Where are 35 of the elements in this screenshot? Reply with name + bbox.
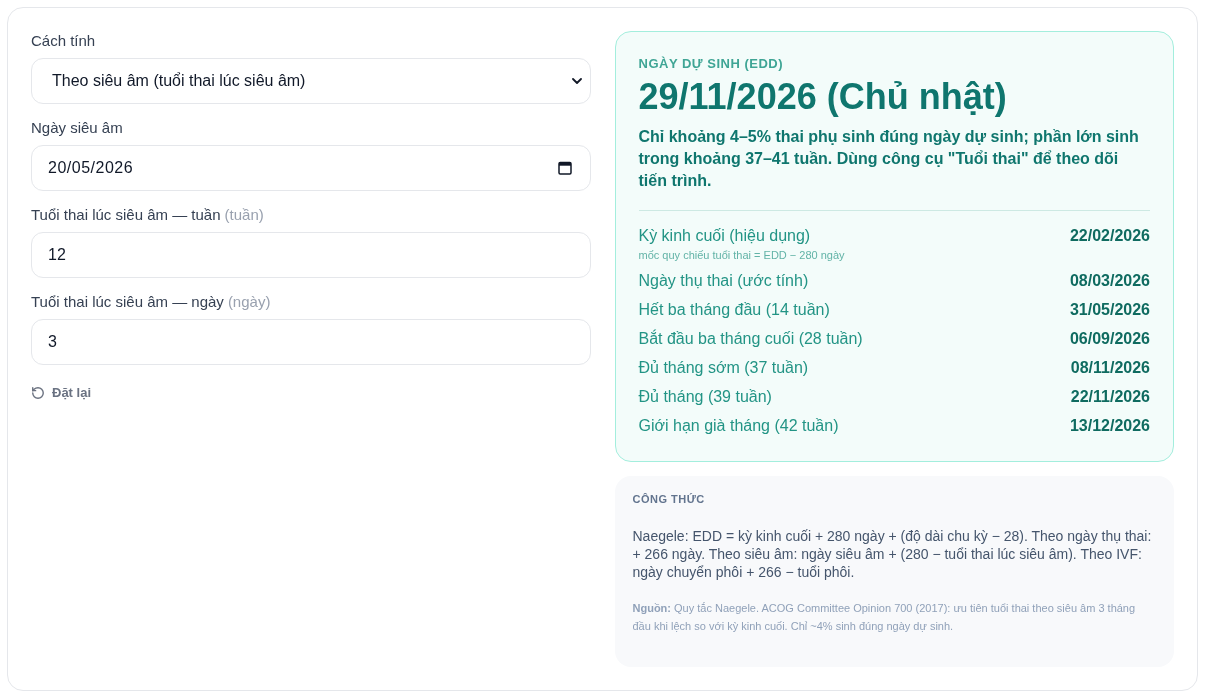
field-label: Tuổi thai lúc siêu âm — tuần (31, 205, 221, 225)
field-label: Tuổi thai lúc siêu âm — ngày (31, 292, 224, 312)
milestone-date: 22/02/2026 (1069, 226, 1150, 246)
formula-text: Naegele: EDD = kỳ kinh cuối + 280 ngày + (độ dài chu kỳ − 28). Theo ngày thụ thai: + 266 ngày. Theo siêu âm: ngày siêu âm + (280 − tuổi thai lúc siêu âm). Theo IVF: ngày chuyển phôi + 266 − tuổi phôi. (632, 527, 1153, 581)
circular-arrow-icon (31, 386, 45, 400)
field-label: Ngày siêu âm (31, 118, 123, 138)
milestone-label: Bắt đầu ba tháng cuối (28 tuần) (638, 329, 863, 349)
milestone-date: 22/11/2026 (1070, 387, 1150, 407)
milestone-label: Đủ tháng (39 tuần) (638, 387, 772, 407)
formula-heading: CÔNG THỨC (632, 492, 706, 506)
milestone-label: Hết ba tháng đầu (14 tuần) (638, 300, 830, 320)
field-label: Cách tính (31, 31, 96, 51)
milestone-date: 08/11/2026 (1070, 358, 1150, 378)
milestone-date: 08/03/2026 (1069, 271, 1150, 291)
milestone-hint: mốc quy chiếu tuổi thai = EDD − 280 ngày (638, 248, 845, 262)
method-select[interactable]: Theo siêu âm (tuổi thai lúc siêu âm) (31, 58, 591, 104)
number-field[interactable]: 12 (31, 232, 591, 278)
milestone-date: 13/12/2026 (1069, 416, 1150, 436)
due-date: 29/11/2026 (Chủ nhật) (638, 77, 1008, 117)
unit-hint: (ngày) (227, 292, 271, 312)
number-field[interactable]: 3 (31, 319, 591, 365)
result-heading: NGÀY DỰ SINH (EDD) (638, 56, 784, 72)
milestone-label: Ngày thụ thai (ước tính) (638, 271, 809, 291)
milestone-label: Đủ tháng sớm (37 tuần) (638, 358, 809, 378)
source-note: Nguồn: Quy tắc Naegele. ACOG Committee Opinion 700 (2017): ưu tiên tuổi thai theo siêu âm 3 tháng đầu khi lệch so với kỳ kinh cuối. Chỉ ~4% sinh đúng ngày dự sinh. (632, 601, 1137, 634)
date-field[interactable]: 20/05/2026 (31, 145, 591, 191)
milestone-date: 06/09/2026 (1069, 329, 1150, 349)
calendar-icon[interactable] (557, 161, 572, 175)
unit-hint: (tuần) (224, 205, 264, 225)
milestone-label: Kỳ kinh cuối (hiệu dụng) (638, 226, 812, 246)
reset-button[interactable]: Đặt lại (31, 385, 91, 401)
milestone-label: Giới hạn già tháng (42 tuần) (638, 416, 839, 436)
chevron-down-icon (571, 78, 582, 84)
due-date-note: Chỉ khoảng 4–5% thai phụ sinh đúng ngày dự sinh; phần lớn sinh trong khoảng 37–41 tuần. Dùng công cụ "Tuổi thai" để theo dõi tiến trình. (638, 127, 1140, 191)
milestone-date: 31/05/2026 (1069, 300, 1150, 320)
